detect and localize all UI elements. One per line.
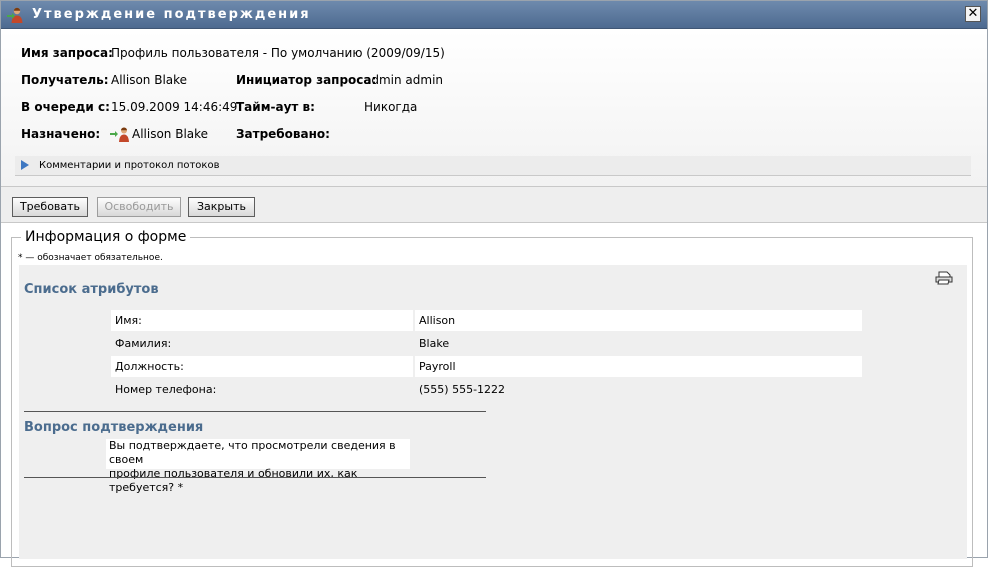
request-info: Имя запроса: Профиль пользователя - По у… bbox=[1, 30, 987, 186]
print-icon[interactable] bbox=[935, 271, 953, 285]
timeout-value: Никогда bbox=[364, 100, 418, 114]
attribute-row-first-name: Имя: Allison bbox=[111, 310, 862, 331]
request-name-label: Имя запроса: bbox=[21, 46, 113, 60]
claim-button[interactable]: Требовать bbox=[12, 197, 88, 217]
action-bar: Требовать Освободить Закрыть bbox=[1, 186, 987, 223]
comments-link[interactable]: Комментарии и протокол потоков bbox=[39, 160, 219, 171]
question-line-2: профиле пользователя и обновили их, как … bbox=[109, 467, 358, 494]
comments-toggle[interactable]: Комментарии и протокол потоков bbox=[15, 156, 971, 176]
claimed-label: Затребовано: bbox=[236, 127, 330, 141]
assigned-label: Назначено: bbox=[21, 127, 101, 141]
queued-value: 15.09.2009 14:46:49 bbox=[111, 100, 238, 114]
attributes-heading: Список атрибутов bbox=[24, 282, 159, 297]
assigned-value: Allison Blake bbox=[132, 127, 209, 141]
close-button[interactable]: Закрыть bbox=[188, 197, 255, 217]
attribute-row-phone: Номер телефона: (555) 555-1222 bbox=[111, 379, 862, 400]
recipient-label: Получатель: bbox=[21, 73, 109, 87]
initiator-value: admin admin bbox=[364, 73, 444, 87]
section-divider bbox=[24, 477, 486, 478]
title-bar: Утверждение подтверждения ✕ bbox=[1, 1, 987, 29]
form-legend: Информация о форме bbox=[21, 229, 191, 245]
attribute-label: Должность: bbox=[111, 356, 413, 377]
attribute-label: Фамилия: bbox=[115, 337, 172, 350]
approval-question: Вы подтверждаете, что просмотрели сведен… bbox=[106, 439, 410, 494]
attribute-value: Allison bbox=[415, 310, 862, 331]
attribute-label: Номер телефона: bbox=[115, 383, 217, 396]
request-name-value: Профиль пользователя - По умолчанию (200… bbox=[111, 46, 445, 60]
question-heading: Вопрос подтверждения bbox=[24, 420, 204, 435]
approval-window: Утверждение подтверждения ✕ Имя запроса:… bbox=[0, 0, 988, 567]
question-line-1: Вы подтверждаете, что просмотрели сведен… bbox=[109, 439, 396, 466]
assigned-user-icon bbox=[110, 127, 129, 142]
release-button[interactable]: Освободить bbox=[97, 197, 181, 217]
attribute-value: (555) 555-1222 bbox=[419, 383, 506, 396]
expand-arrow-icon bbox=[21, 160, 29, 170]
attribute-value: Blake bbox=[419, 337, 450, 350]
timeout-label: Тайм-аут в: bbox=[236, 100, 315, 114]
attribute-row-title: Должность: Payroll bbox=[111, 356, 862, 377]
user-approval-icon bbox=[7, 7, 23, 23]
attribute-label: Имя: bbox=[111, 310, 413, 331]
section-divider bbox=[24, 411, 486, 412]
recipient-value: Allison Blake bbox=[111, 73, 188, 87]
initiator-label: Инициатор запроса: bbox=[236, 73, 377, 87]
required-note: * — обозначает обязательное. bbox=[18, 253, 163, 263]
attribute-value: Payroll bbox=[415, 356, 862, 377]
attribute-row-last-name: Фамилия: Blake bbox=[111, 333, 862, 354]
queued-label: В очереди с: bbox=[21, 100, 110, 114]
close-icon[interactable]: ✕ bbox=[965, 6, 981, 22]
window-title: Утверждение подтверждения bbox=[32, 7, 311, 22]
